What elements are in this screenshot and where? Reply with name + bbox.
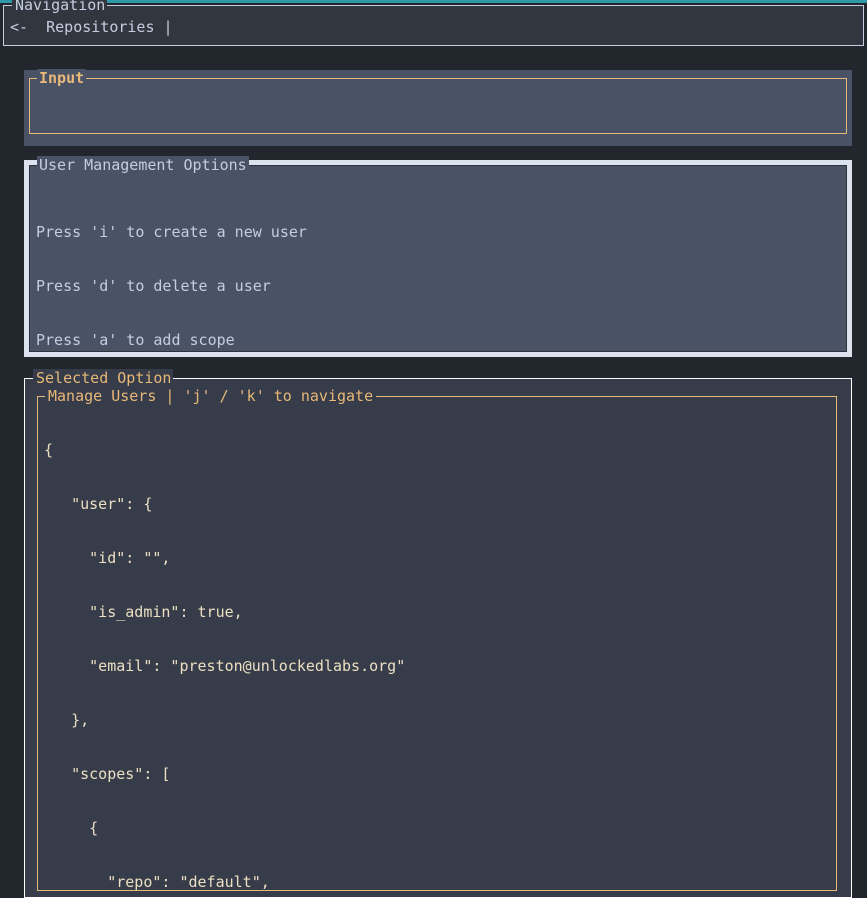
json-line: "user": { — [44, 495, 153, 513]
navigation-legend: Navigation — [12, 0, 108, 14]
selected-option-legend: Selected Option — [33, 369, 174, 387]
json-line: { — [44, 819, 99, 837]
manage-users-legend: Manage Users | 'j' / 'k' to navigate — [45, 387, 377, 405]
selected-option-panel: Selected Option Manage Users | 'j' / 'k'… — [24, 369, 852, 898]
option-add-scope[interactable]: Press 'a' to add scope — [36, 331, 307, 349]
user-management-options-panel: User Management Options Press 'i' to cre… — [29, 156, 847, 403]
option-delete-user[interactable]: Press 'd' to delete a user — [36, 277, 307, 295]
user-json-viewer[interactable]: { "user": { "id": "", "is_admin": true, … — [44, 405, 832, 890]
json-line: "is_admin": true, — [44, 603, 243, 621]
options-panel-backdrop: User Management Options Press 'i' to cre… — [24, 156, 852, 403]
manage-users-panel[interactable]: Manage Users | 'j' / 'k' to navigate { "… — [37, 387, 837, 891]
navigation-panel: Navigation <- Repositories | — [3, 0, 864, 46]
json-line: "scopes": [ — [44, 765, 171, 783]
json-line: }, — [44, 711, 90, 729]
top-accent-bar — [0, 0, 867, 3]
options-legend: User Management Options — [37, 156, 249, 174]
json-line: "email": "preston@unlockedlabs.org" — [44, 657, 406, 675]
text-input[interactable] — [36, 85, 840, 127]
breadcrumb-back-repositories[interactable]: <- Repositories — [10, 18, 164, 36]
input-panel[interactable]: Input — [29, 69, 847, 134]
json-line: { — [44, 441, 54, 459]
input-panel-backdrop: Input — [24, 69, 852, 146]
json-line: "repo": "default", — [44, 873, 270, 890]
json-line: "id": "", — [44, 549, 171, 567]
breadcrumb-cursor: | — [163, 18, 173, 36]
breadcrumb: <- Repositories | — [10, 18, 173, 36]
option-create-user[interactable]: Press 'i' to create a new user — [36, 223, 307, 241]
